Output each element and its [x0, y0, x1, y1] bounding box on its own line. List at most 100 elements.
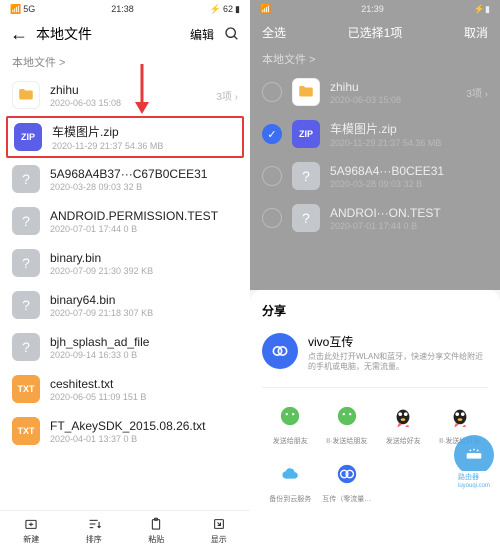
file-item[interactable]: ? bjh_splash_ad_file2020-09-14 16:33 0 B	[0, 326, 250, 368]
vivo-title: vivo互传	[308, 333, 488, 350]
file-info: 5A968A4···B0CEE312020-03-28 09:03 32 B	[330, 164, 488, 189]
sort-icon	[86, 516, 102, 532]
file-name: ANDROI···ON.TEST	[330, 206, 488, 220]
toolbar-label: 粘贴	[148, 534, 164, 545]
vivo-transfer-icon	[262, 333, 298, 369]
file-item[interactable]: ?5A968A4···B0CEE312020-03-28 09:03 32 B	[250, 155, 500, 197]
checkbox[interactable]	[262, 124, 282, 144]
share-app[interactable]: 备份到云服务	[262, 458, 319, 504]
edit-button[interactable]: 编辑	[190, 26, 214, 43]
app-icon	[387, 458, 419, 490]
title-bar: ← 本地文件 编辑	[0, 18, 250, 50]
file-item[interactable]: ? 5A968A4B37···C67B0CEE312020-03-28 09:03…	[0, 158, 250, 200]
status-bar: 📶 21:39 ⚡▮	[250, 0, 500, 18]
file-info: zhihu2020-06-03 15:08	[330, 80, 456, 105]
breadcrumb[interactable]: 本地文件 >	[0, 50, 250, 74]
folder-icon	[292, 78, 320, 106]
file-name: zhihu	[330, 80, 456, 94]
file-item[interactable]: TXTceshitest.txt2020-06-05 11:09 151 B	[0, 368, 250, 410]
file-info: binary.bin2020-07-09 21:30 392 KB	[50, 251, 238, 276]
gray-icon: ?	[12, 207, 40, 235]
file-name: 车模图片.zip	[330, 120, 488, 137]
file-item[interactable]: zhihu2020-06-03 15:083项 ›	[0, 74, 250, 116]
toolbar-paste-button[interactable]: 粘贴	[125, 516, 188, 545]
back-icon[interactable]: ←	[10, 24, 28, 45]
toolbar-sort-button[interactable]: 排序	[63, 516, 126, 545]
file-item[interactable]: ? binary64.bin2020-07-09 21:18 307 KB	[0, 284, 250, 326]
share-app[interactable]: II·发送给朋友	[319, 400, 376, 446]
app-icon	[444, 400, 476, 432]
file-name: ceshitest.txt	[50, 377, 238, 391]
checkbox[interactable]	[262, 82, 282, 102]
share-sheet: 分享 vivo互传 点击此处打开WLAN和蓝牙，快速分享文件给附近的手机或电脑，…	[250, 290, 500, 550]
share-app	[375, 458, 432, 504]
page-title: 本地文件	[36, 24, 190, 44]
folder-icon	[12, 81, 40, 109]
file-info: 车模图片.zip2020-11-29 21:37 54.36 MB	[52, 123, 236, 151]
share-app[interactable]: 互传（零流量…	[319, 458, 376, 504]
toolbar-label: 排序	[86, 534, 102, 545]
app-icon	[387, 400, 419, 432]
cancel-button[interactable]: 取消	[464, 24, 488, 41]
new-icon	[23, 516, 39, 532]
file-name: binary.bin	[50, 251, 238, 265]
file-item[interactable]: zhihu2020-06-03 15:08 3项 ›	[250, 71, 500, 113]
file-item[interactable]: ZIP 车模图片.zip2020-11-29 21:37 54.36 MB	[250, 113, 500, 155]
share-title: 分享	[262, 302, 488, 319]
file-meta: 2020-09-14 16:33 0 B	[50, 350, 238, 360]
status-time: 21:39	[361, 4, 384, 14]
file-name: bjh_splash_ad_file	[50, 335, 238, 349]
file-list: zhihu2020-06-03 15:083项 ›ZIP车模图片.zip2020…	[0, 74, 250, 452]
bottom-toolbar: 新建排序 粘贴 显示	[0, 510, 250, 550]
file-item[interactable]: ?ANDROI···ON.TEST2020-07-01 17:44 0 B	[250, 197, 500, 239]
selection-bar: 全选 已选择1项 取消	[250, 18, 500, 47]
file-info: ANDROI···ON.TEST2020-07-01 17:44 0 B	[330, 206, 488, 231]
app-label: II·发送给朋友	[326, 436, 367, 446]
file-meta: 2020-07-01 17:44 0 B	[330, 221, 488, 231]
zip-icon: ZIP	[292, 120, 320, 148]
file-name: binary64.bin	[50, 293, 238, 307]
file-item[interactable]: ZIP车模图片.zip2020-11-29 21:37 54.36 MB	[8, 118, 242, 156]
file-info: bjh_splash_ad_file2020-09-14 16:33 0 B	[50, 335, 238, 360]
vivo-transfer-row[interactable]: vivo互传 点击此处打开WLAN和蓝牙，快速分享文件给附近的手机或电脑，无需流…	[262, 329, 488, 388]
share-app[interactable]: 发送给好友	[375, 400, 432, 446]
gray-icon: ?	[12, 165, 40, 193]
app-label: 备份到云服务	[269, 494, 311, 504]
file-name: 5A968A4···B0CEE31	[330, 164, 488, 178]
file-info: FT_AkeySDK_2015.08.26.txt2020-04-01 13:3…	[50, 419, 238, 444]
app-label: 发送给朋友	[273, 436, 308, 446]
gray-icon: ?	[12, 291, 40, 319]
checkbox[interactable]	[262, 208, 282, 228]
file-info: ANDROID.PERMISSION.TEST2020-07-01 17:44 …	[50, 209, 238, 234]
file-meta: 2020-04-01 13:37 0 B	[50, 434, 238, 444]
file-meta: 2020-11-29 21:37 54.36 MB	[330, 138, 488, 148]
vivo-desc: 点击此处打开WLAN和蓝牙，快速分享文件给附近的手机或电脑，无需流量。	[308, 352, 488, 373]
gray-icon: ?	[12, 333, 40, 361]
app-icon	[331, 400, 363, 432]
breadcrumb[interactable]: 本地文件 >	[250, 47, 500, 71]
file-list: zhihu2020-06-03 15:083项 ›ZIP车模图片.zip2020…	[250, 71, 500, 239]
checkbox[interactable]	[262, 166, 282, 186]
file-meta: 2020-07-09 21:18 307 KB	[50, 308, 238, 318]
select-all-button[interactable]: 全选	[262, 24, 286, 41]
left-screenshot: 📶 5G 21:38 ⚡62▮ ← 本地文件 编辑 本地文件 > zhihu20…	[0, 0, 250, 550]
file-name: 5A968A4B37···C67B0CEE31	[50, 167, 238, 181]
item-count: 3项 ›	[216, 88, 238, 103]
right-screenshot: 📶 21:39 ⚡▮ 全选 已选择1项 取消 本地文件 > zhihu2020-…	[250, 0, 500, 550]
share-app[interactable]: 发送给朋友	[262, 400, 319, 446]
file-item[interactable]: ? ANDROID.PERMISSION.TEST2020-07-01 17:44…	[0, 200, 250, 242]
file-name: ANDROID.PERMISSION.TEST	[50, 209, 238, 223]
search-icon[interactable]	[224, 26, 240, 42]
item-count: 3项 ›	[466, 85, 488, 100]
toolbar-new-button[interactable]: 新建	[0, 516, 63, 545]
file-item[interactable]: TXTFT_AkeySDK_2015.08.26.txt2020-04-01 1…	[0, 410, 250, 452]
file-info: 5A968A4B37···C67B0CEE312020-03-28 09:03 …	[50, 167, 238, 192]
show-icon	[211, 516, 227, 532]
file-info: ceshitest.txt2020-06-05 11:09 151 B	[50, 377, 238, 402]
toolbar-show-button[interactable]: 显示	[188, 516, 251, 545]
file-meta: 2020-03-28 09:03 32 B	[50, 182, 238, 192]
file-item[interactable]: ?binary.bin2020-07-09 21:30 392 KB	[0, 242, 250, 284]
file-meta: 2020-07-01 17:44 0 B	[50, 224, 238, 234]
file-meta: 2020-06-05 11:09 151 B	[50, 392, 238, 402]
app-label: 互传（零流量…	[322, 494, 371, 504]
